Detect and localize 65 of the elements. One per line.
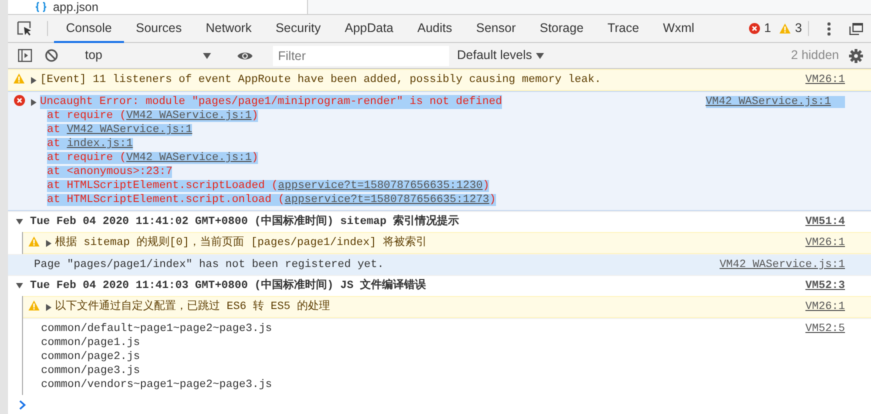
source-link[interactable]: VM26:1 xyxy=(795,70,871,90)
stack-link[interactable]: VM42 WAService.js:1 xyxy=(66,124,192,136)
inspect-icon xyxy=(17,21,32,36)
filter-field[interactable]: Filter xyxy=(273,46,449,66)
dropdown-caret-icon xyxy=(203,52,211,58)
dropdown-caret-icon xyxy=(536,52,544,58)
error-icon xyxy=(749,23,760,34)
window-icon xyxy=(849,22,863,34)
message-text: [Event] 11 listeners of event AppRoute have been added, possibly causing memory leak. xyxy=(40,73,602,87)
group-title: Tue Feb 04 2020 11:41:03 GMT+0800 (中国标准时间) JS 文件编译错误 xyxy=(30,279,426,293)
panel-tab[interactable]: Security xyxy=(264,15,333,43)
source-link[interactable]: VM42 WAService.js:1 xyxy=(710,255,871,275)
no-entry-icon xyxy=(45,49,58,62)
message-text: Page "pages/page1/index" has not been registered yet. xyxy=(34,258,384,272)
collapse-triangle-icon[interactable] xyxy=(16,218,22,225)
expand-triangle-icon[interactable] xyxy=(45,304,52,310)
stack-link[interactable]: appservice?t=1580787656635:1230 xyxy=(278,180,483,192)
warning-count: 3 xyxy=(795,20,802,38)
collapse-triangle-icon[interactable] xyxy=(16,282,22,289)
file-path: common/default~page1~page2~page3.js xyxy=(41,323,272,335)
kebab-menu-icon xyxy=(827,22,831,36)
stack-link[interactable]: index.js:1 xyxy=(66,138,133,150)
file-name[interactable]: app.json xyxy=(53,0,98,16)
expand-triangle-icon[interactable] xyxy=(45,240,52,246)
source-link[interactable]: VM52:3 xyxy=(795,276,871,296)
prompt-chevron-icon xyxy=(19,400,26,410)
panel-tab[interactable]: AppData xyxy=(332,15,406,43)
panel-tab[interactable]: Wxml xyxy=(651,15,706,43)
stack-link[interactable]: VM42 WAService.js:1 xyxy=(126,152,252,164)
warning-icon xyxy=(28,236,40,247)
file-path: common/page2.js xyxy=(41,351,140,363)
source-link[interactable]: VM26:1 xyxy=(795,233,871,253)
source-link[interactable]: VM51:4 xyxy=(795,212,871,232)
file-path: common/page3.js xyxy=(41,365,140,377)
panel-tab[interactable]: Network xyxy=(194,15,264,43)
panel-tab[interactable]: Sources xyxy=(124,15,194,43)
message-text: Uncaught Error: module "pages/page1/miniprogram-render" is not defined xyxy=(40,95,502,109)
source-link[interactable]: VM52:5 xyxy=(795,319,871,339)
file-path: common/vendors~page1~page2~page3.js xyxy=(41,379,272,391)
settings-icon xyxy=(849,48,863,62)
error-count: 1 xyxy=(764,20,772,38)
group-title: Tue Feb 04 2020 11:41:02 GMT+0800 (中国标准时间) sitemap 索引情况提示 xyxy=(30,215,460,229)
message-text: 以下文件通过自定义配置，已跳过 ES6 转 ES5 的处理 xyxy=(55,300,330,314)
source-link[interactable]: VM42 WAService.js:1 xyxy=(706,96,845,108)
panel-tab[interactable]: Trace xyxy=(596,15,652,43)
panel-tab[interactable]: Storage xyxy=(528,15,596,43)
expand-triangle-icon[interactable] xyxy=(30,76,37,84)
file-path: common/page1.js xyxy=(41,337,140,349)
warning-icon xyxy=(13,73,25,84)
sidebar-icon xyxy=(18,49,32,62)
warning-icon xyxy=(28,300,40,311)
message-text: 根据 sitemap 的规则[0]，当前页面 [pages/page1/index] 将被索引 xyxy=(55,236,427,250)
panel-tab[interactable]: Audits xyxy=(405,15,464,43)
error-icon xyxy=(14,95,24,106)
stack-link[interactable]: VM42 WAService.js:1 xyxy=(126,110,252,122)
braces-icon xyxy=(35,2,47,12)
stack-link[interactable]: appservice?t=1580787656635:1273 xyxy=(284,194,490,206)
context-select[interactable]: top xyxy=(77,46,217,65)
warning-icon xyxy=(779,23,792,34)
hidden-count: 2 hidden xyxy=(791,47,839,64)
panel-tab[interactable]: Sensor xyxy=(464,15,528,43)
log-levels-dropdown[interactable]: Default levels xyxy=(449,46,552,65)
eye-icon xyxy=(237,50,253,60)
expand-triangle-icon[interactable] xyxy=(30,98,37,106)
source-link[interactable]: VM26:1 xyxy=(795,297,871,317)
